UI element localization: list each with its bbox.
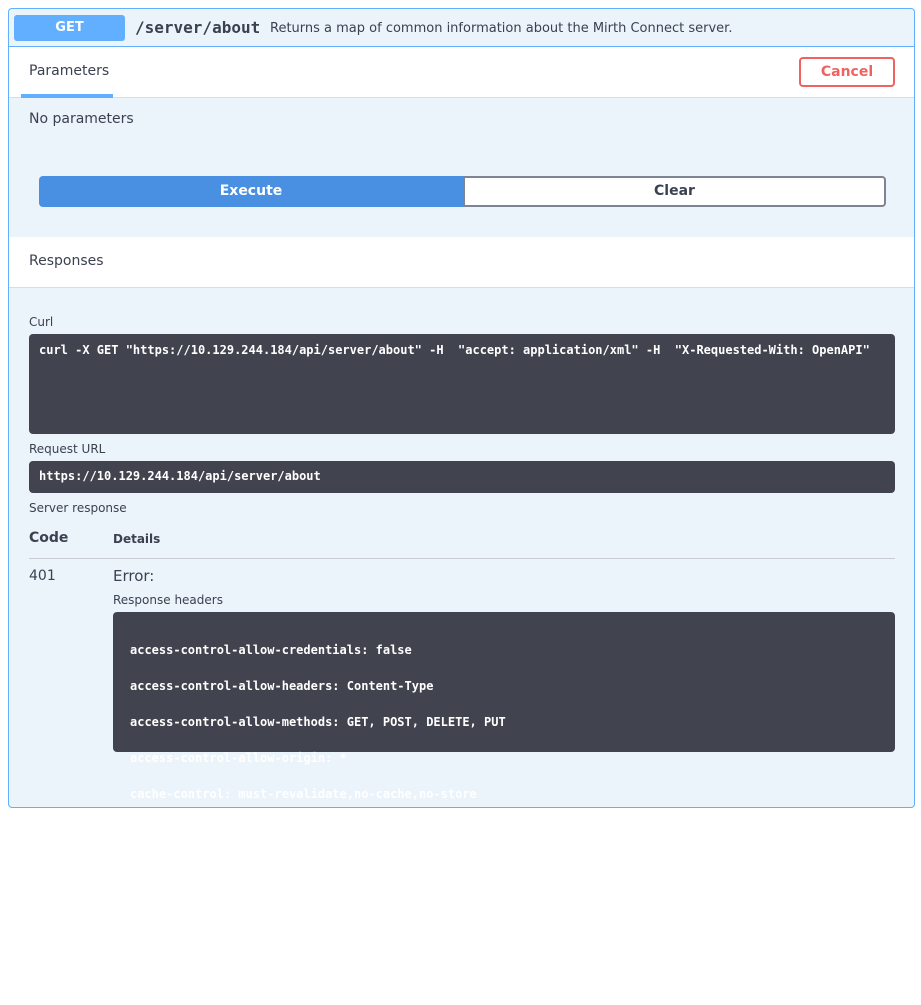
operation-block: GET /server/about Returns a map of commo… xyxy=(8,8,915,980)
response-header-line: access-control-allow-origin: * xyxy=(130,751,347,765)
clear-button[interactable]: Clear xyxy=(463,176,886,207)
execute-button[interactable]: Execute xyxy=(39,176,463,207)
responses-title: Responses xyxy=(29,253,104,269)
response-headers-box[interactable]: access-control-allow-credentials: false … xyxy=(113,612,895,980)
column-header-code: Code xyxy=(29,530,69,546)
column-header-details: Details xyxy=(113,532,161,546)
endpoint-description: Returns a map of common information abou… xyxy=(270,21,733,36)
http-method-badge: GET xyxy=(14,15,125,41)
response-header-line: access-control-allow-credentials: false xyxy=(130,643,412,657)
request-url-box[interactable]: https://10.129.244.184/api/server/about xyxy=(29,461,895,493)
parameters-header: Parameters Cancel xyxy=(9,47,914,98)
response-header-line: cache-control: must-revalidate,no-cache,… xyxy=(130,787,477,801)
no-parameters-text: No parameters xyxy=(29,111,134,127)
response-status-code: 401 xyxy=(29,568,56,584)
request-url-label: Request URL xyxy=(29,442,106,456)
tab-parameters[interactable]: Parameters xyxy=(21,47,113,98)
response-headers-label: Response headers xyxy=(113,593,223,607)
operation-summary[interactable]: GET /server/about Returns a map of commo… xyxy=(9,9,914,47)
curl-label: Curl xyxy=(29,315,54,329)
curl-command-box[interactable]: curl -X GET "https://10.129.244.184/api/… xyxy=(29,334,895,434)
response-header-line: x-firefox-spdy: h2 xyxy=(130,931,261,945)
response-header-line: x-frame-options: DENY xyxy=(130,967,282,981)
endpoint-path: /server/about xyxy=(135,18,261,37)
table-divider xyxy=(29,558,895,559)
response-header-line: access-control-allow-methods: GET, POST,… xyxy=(130,715,506,729)
responses-header: Responses xyxy=(9,237,914,288)
cancel-button[interactable]: Cancel xyxy=(799,57,895,87)
response-header-line: content-security-policy: frame-ancestors… xyxy=(130,859,470,873)
response-header-line: strict-transport-security: max-age=31536… xyxy=(130,895,578,909)
response-header-line: content-length: 0 xyxy=(130,823,253,837)
response-status-text: Error: xyxy=(113,567,155,585)
response-header-line: access-control-allow-headers: Content-Ty… xyxy=(130,679,434,693)
tab-parameters-label: Parameters xyxy=(29,63,110,79)
execute-wrapper: Execute Clear xyxy=(39,176,886,207)
server-response-label: Server response xyxy=(29,501,127,515)
